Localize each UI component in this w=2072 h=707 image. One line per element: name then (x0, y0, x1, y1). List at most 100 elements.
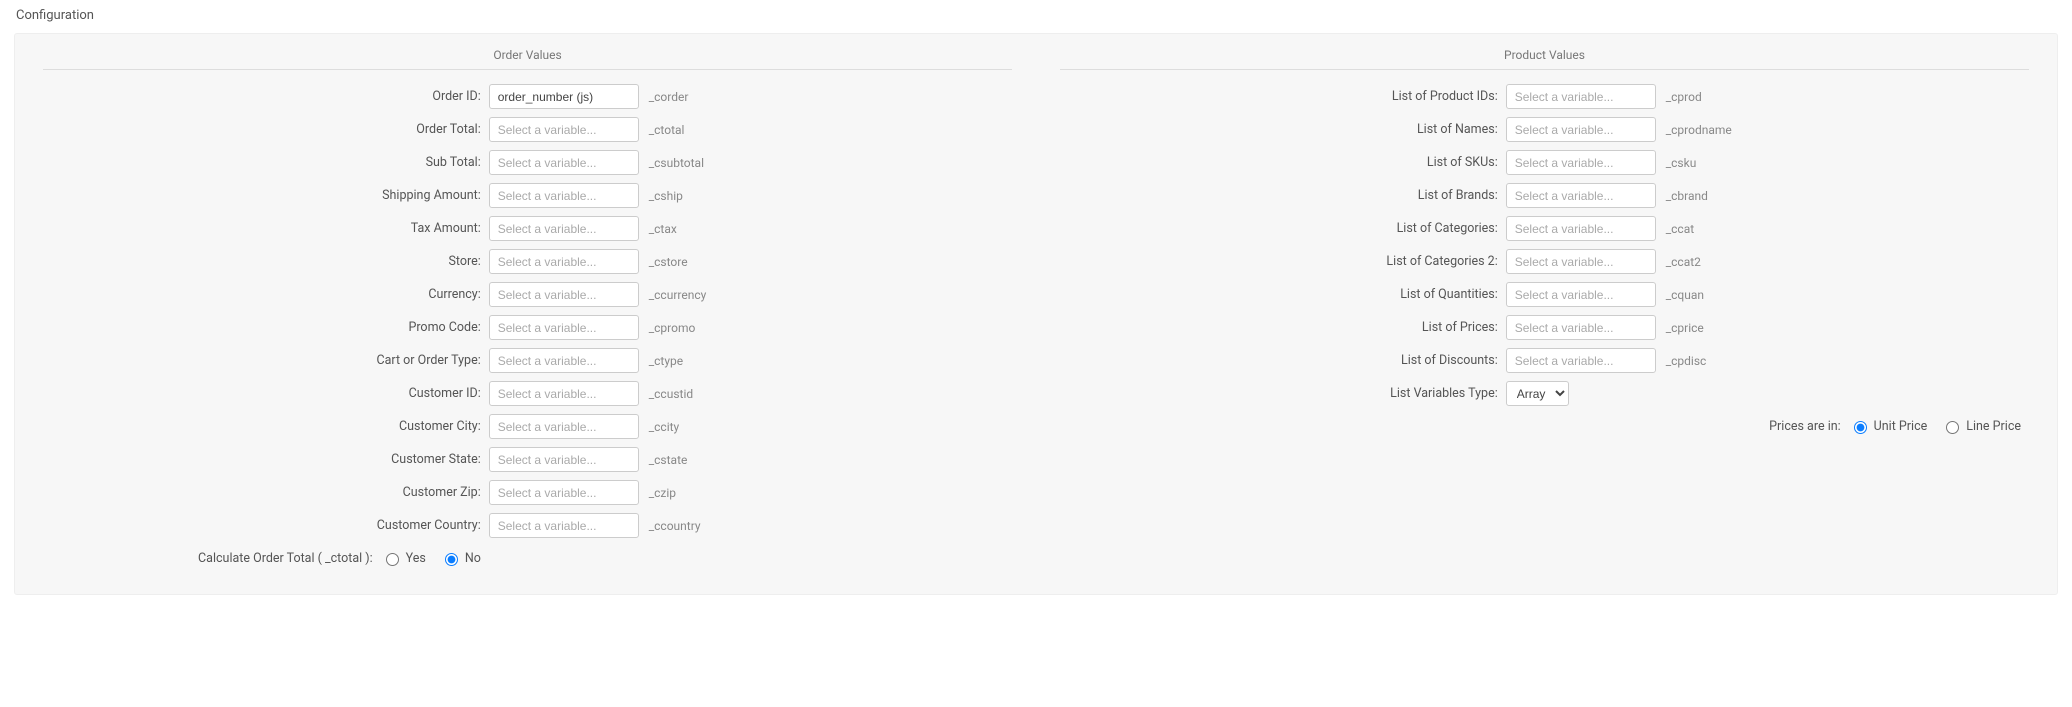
czip-input[interactable] (490, 481, 639, 504)
ccat-row: List of Categories: _ccat (1060, 216, 2029, 241)
cprice-combo[interactable] (1506, 315, 1656, 340)
ctotal-input[interactable] (490, 118, 639, 141)
calc-yes-option[interactable]: Yes (381, 550, 434, 566)
product-values-column: Product Values List of Product IDs:_cpro… (1060, 48, 2029, 574)
cprod-combo[interactable] (1506, 84, 1656, 109)
ccat-combo[interactable] (1506, 216, 1656, 241)
csku-label: List of SKUs: (1060, 155, 1506, 170)
cstore-code: _cstore (649, 255, 688, 269)
cprodname-input[interactable] (1507, 118, 1656, 141)
cprod-input[interactable] (1507, 85, 1656, 108)
cbrand-input[interactable] (1507, 184, 1656, 207)
calc-yes-radio[interactable] (386, 553, 399, 566)
ccurrency-row: Currency:_ccurrency (43, 282, 1012, 307)
cprice-input[interactable] (1507, 316, 1656, 339)
cship-combo[interactable] (489, 183, 639, 208)
cstate-combo[interactable] (489, 447, 639, 472)
order-values-column: Order Values Order ID:_corderOrder Total… (43, 48, 1012, 574)
cbrand-combo[interactable] (1506, 183, 1656, 208)
cship-input[interactable] (490, 184, 639, 207)
ccity-input[interactable] (490, 415, 639, 438)
cpdisc-input[interactable] (1507, 349, 1656, 372)
corder-row: Order ID:_corder (43, 84, 1012, 109)
ccat2-row: List of Categories 2:_ccat2 (1060, 249, 2029, 274)
ccity-combo[interactable] (489, 414, 639, 439)
csubtotal-combo[interactable] (489, 150, 639, 175)
cpromo-code: _cpromo (649, 321, 696, 335)
ccountry-input[interactable] (490, 514, 639, 537)
csubtotal-input[interactable] (490, 151, 639, 174)
ccurrency-code: _ccurrency (649, 288, 707, 302)
ccountry-combo[interactable] (489, 513, 639, 538)
corder-combo[interactable] (489, 84, 639, 109)
ccat-input[interactable] (1507, 217, 1656, 240)
ccustid-input[interactable] (490, 382, 639, 405)
ctype-combo[interactable] (489, 348, 639, 373)
calc-no-radio[interactable] (445, 553, 458, 566)
csku-row: List of SKUs: _csku (1060, 150, 2029, 175)
ctax-code: _ctax (649, 222, 677, 236)
ctax-input[interactable] (490, 217, 639, 240)
cstore-input[interactable] (490, 250, 639, 273)
ctype-code: _ctype (649, 354, 683, 368)
cpdisc-combo[interactable] (1506, 348, 1656, 373)
ctype-input[interactable] (490, 349, 639, 372)
csku-input[interactable] (1507, 151, 1656, 174)
czip-combo[interactable] (489, 480, 639, 505)
unit-price-option[interactable]: Unit Price (1849, 418, 1936, 434)
czip-row: Customer Zip:_czip (43, 480, 1012, 505)
cstore-row: Store:_cstore (43, 249, 1012, 274)
csku-code: _csku (1666, 156, 1697, 170)
ccat-label: List of Categories: (1060, 221, 1506, 236)
cquan-combo[interactable] (1506, 282, 1656, 307)
ccurrency-input[interactable] (490, 283, 639, 306)
line-price-option[interactable]: Line Price (1941, 418, 2029, 434)
order-fields: Order ID:_corderOrder Total:_ctotalSub T… (43, 84, 1012, 546)
cpromo-input[interactable] (490, 316, 639, 339)
ccity-row: Customer City:_ccity (43, 414, 1012, 439)
ccity-code: _ccity (649, 420, 680, 434)
cbrand-label: List of Brands: (1060, 188, 1506, 203)
ccustid-label: Customer ID: (43, 386, 489, 401)
calc-yes-label: Yes (406, 551, 426, 566)
list-variables-type-select[interactable]: Array (1506, 381, 1569, 406)
ctotal-combo[interactable] (489, 117, 639, 142)
cship-row: Shipping Amount:_cship (43, 183, 1012, 208)
ccat-code: _ccat (1666, 222, 1694, 236)
ccustid-code: _ccustid (649, 387, 693, 401)
cpdisc-row: List of Discounts: _cpdisc (1060, 348, 2029, 373)
corder-code: _corder (649, 90, 689, 104)
calc-no-label: No (465, 551, 481, 566)
cpdisc-code: _cpdisc (1666, 354, 1707, 368)
ccustid-combo[interactable] (489, 381, 639, 406)
csku-combo[interactable] (1506, 150, 1656, 175)
unit-price-radio[interactable] (1854, 421, 1867, 434)
cpromo-combo[interactable] (489, 315, 639, 340)
ccurrency-combo[interactable] (489, 282, 639, 307)
ctax-label: Tax Amount: (43, 221, 489, 236)
unit-price-label: Unit Price (1874, 419, 1928, 434)
cquan-input[interactable] (1507, 283, 1656, 306)
ccountry-row: Customer Country:_ccountry (43, 513, 1012, 538)
cstate-label: Customer State: (43, 452, 489, 467)
ccat2-label: List of Categories 2: (1060, 254, 1506, 269)
cbrand-code: _cbrand (1666, 189, 1708, 203)
page-title: Configuration (16, 8, 2058, 23)
cstore-combo[interactable] (489, 249, 639, 274)
cpromo-row: Promo Code:_cpromo (43, 315, 1012, 340)
ccat2-combo[interactable] (1506, 249, 1656, 274)
cpdisc-label: List of Discounts: (1060, 353, 1506, 368)
line-price-radio[interactable] (1946, 421, 1959, 434)
cstate-input[interactable] (490, 448, 639, 471)
ctax-row: Tax Amount: _ctax (43, 216, 1012, 241)
calc-no-option[interactable]: No (440, 550, 489, 566)
prices-are-in-label: Prices are in: (1769, 419, 1849, 434)
czip-label: Customer Zip: (43, 485, 489, 500)
ccat2-input[interactable] (1507, 250, 1656, 273)
ctax-combo[interactable] (489, 216, 639, 241)
csubtotal-code: _csubtotal (649, 156, 704, 170)
prices-are-in-row: Prices are in: Unit Price Line Price (1060, 418, 2029, 434)
cprodname-combo[interactable] (1506, 117, 1656, 142)
cstate-code: _cstate (649, 453, 688, 467)
corder-input[interactable] (490, 85, 639, 108)
